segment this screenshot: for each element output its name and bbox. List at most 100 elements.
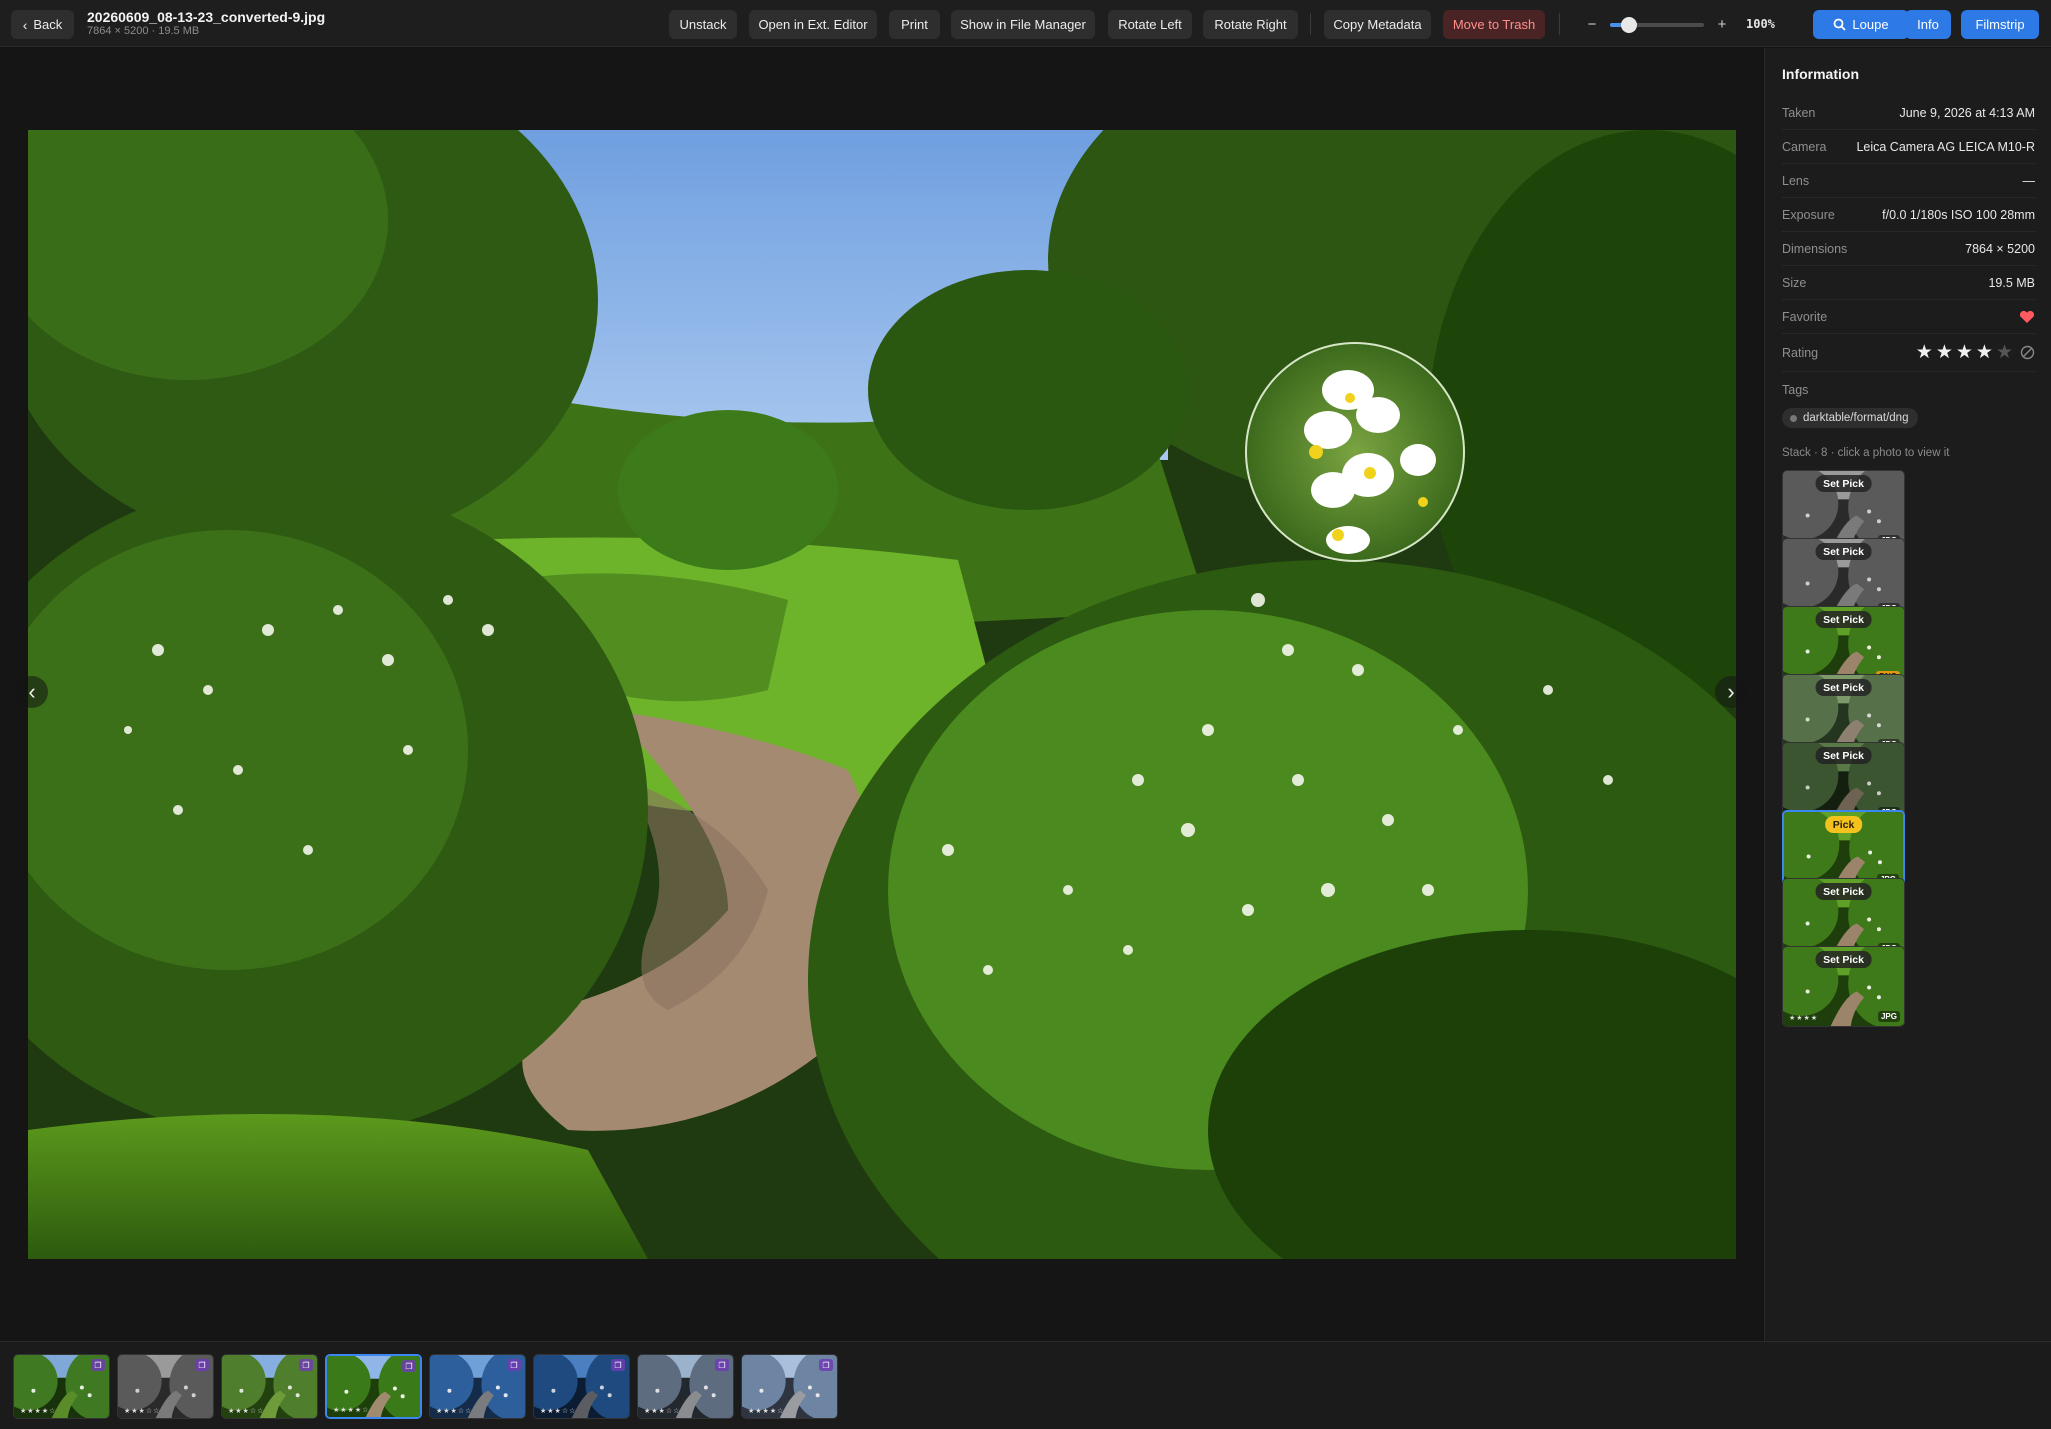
rating-star-icon[interactable]: ★	[1916, 343, 1933, 362]
loupe-label: Loupe	[1852, 17, 1889, 32]
filmstrip-thumbnail[interactable]: ❐ ★★★★☆	[325, 1354, 422, 1419]
file-meta: 7864 × 5200 · 19.5 MB	[87, 25, 200, 37]
info-row-size: Size 19.5 MB	[1782, 266, 2035, 300]
info-label: Size	[1782, 275, 1807, 290]
info-row-favorite: Favorite	[1782, 300, 2035, 334]
stack-indicator-icon: ❐	[819, 1359, 833, 1371]
rotate-left-button[interactable]: Rotate Left	[1108, 10, 1192, 39]
info-button[interactable]: Info	[1905, 10, 1951, 39]
thumbnail-rating-stars: ★★★☆☆	[124, 1408, 161, 1415]
info-value: 19.5 MB	[1988, 275, 2035, 290]
info-value: 7864 × 5200	[1965, 241, 2035, 256]
info-value: Leica Camera AG LEICA M10-R	[1856, 139, 2035, 154]
next-photo-button[interactable]: ›	[1715, 676, 1747, 708]
format-badge: JPG	[1877, 1011, 1900, 1022]
open-ext-editor-button[interactable]: Open in Ext. Editor	[749, 10, 877, 39]
set-pick-button[interactable]: Set Pick	[1815, 611, 1872, 628]
filmstrip-thumbnail[interactable]: ❐ ★★★☆☆	[221, 1354, 318, 1419]
info-value: —	[2022, 173, 2036, 188]
file-name: 20260609_08-13-23_converted-9.jpg	[87, 9, 326, 25]
filmstrip-thumbnail[interactable]: ❐ ★★★★☆	[13, 1354, 110, 1419]
info-label: Dimensions	[1782, 241, 1848, 256]
info-label: Taken	[1782, 105, 1816, 120]
filmstrip-thumbnail[interactable]: ❐ ★★★☆☆	[637, 1354, 734, 1419]
info-label: Lens	[1782, 173, 1810, 188]
heart-icon[interactable]	[2019, 310, 2035, 324]
stack-indicator-icon: ❐	[402, 1360, 416, 1372]
filmstrip-thumbnail[interactable]: ❐ ★★★★☆	[741, 1354, 838, 1419]
set-pick-button[interactable]: Set Pick	[1815, 747, 1872, 764]
back-label: Back	[33, 17, 63, 32]
loupe-magnifier	[1245, 342, 1465, 562]
zoom-slider[interactable]	[1610, 17, 1704, 33]
thumbnail-rating-stars: ★★★☆☆	[540, 1408, 577, 1415]
thumbnail-rating-stars: ★★★☆☆	[436, 1408, 473, 1415]
set-pick-button[interactable]: Set Pick	[1815, 679, 1872, 696]
thumbnail-rating-stars: ★★★★☆	[748, 1408, 785, 1415]
pick-badge[interactable]: Pick	[1824, 816, 1863, 833]
stack-indicator-icon: ❐	[507, 1359, 521, 1371]
rating-star-icon[interactable]: ★	[1936, 343, 1953, 362]
chevron-left-icon: ‹	[28, 679, 36, 704]
thumbnail-rating-stars: ★★★★☆	[333, 1407, 370, 1414]
zoom-slider-thumb[interactable]	[1620, 17, 1637, 33]
info-row-lens: Lens —	[1782, 164, 2035, 198]
thumbnail-rating-stars: ★★★☆☆	[644, 1408, 681, 1415]
filmstrip-thumbnail[interactable]: ❐ ★★★☆☆	[429, 1354, 526, 1419]
stack-thumbnail[interactable]: Set Pick JPG ★★★★	[1782, 946, 1905, 1027]
filmstrip-thumbnail[interactable]: ❐ ★★★☆☆	[117, 1354, 214, 1419]
garden-path-photo	[28, 130, 1736, 1259]
stack-indicator-icon: ❐	[611, 1359, 625, 1371]
tag-chip[interactable]: darktable/format/dng	[1782, 408, 1919, 428]
print-button[interactable]: Print	[889, 10, 940, 39]
search-icon	[1834, 18, 1847, 31]
tag-label: darktable/format/dng	[1803, 412, 1909, 424]
clear-rating-icon[interactable]	[2020, 345, 2035, 360]
rating-star-icon[interactable]: ★	[1996, 343, 2013, 362]
info-row-dimensions: Dimensions 7864 × 5200	[1782, 232, 2035, 266]
bottom-filmstrip: ❐ ★★★★☆ ❐ ★★★☆☆ ❐ ★★★☆☆ ❐ ★★★★☆ ❐ ★★★☆☆ ❐ ★★★☆☆ ❐ ★★★…	[0, 1341, 2051, 1429]
rating-stars[interactable]: ★ ★ ★ ★ ★	[1916, 343, 2035, 362]
rating-star-icon[interactable]: ★	[1976, 343, 1993, 362]
zoom-level: 100%	[1746, 17, 1775, 31]
rating-star-icon[interactable]: ★	[1956, 343, 1973, 362]
toolbar-divider	[1559, 13, 1560, 35]
rotate-right-button[interactable]: Rotate Right	[1203, 10, 1298, 39]
info-label: Exposure	[1782, 207, 1835, 222]
zoom-out-button[interactable]: −	[1582, 10, 1602, 39]
photo-viewer: ‹ ›	[0, 48, 1763, 1341]
info-label: Camera	[1782, 139, 1827, 154]
copy-metadata-button[interactable]: Copy Metadata	[1324, 10, 1431, 39]
chevron-right-icon: ›	[1727, 679, 1735, 704]
set-pick-button[interactable]: Set Pick	[1815, 475, 1872, 492]
stack-indicator-icon: ❐	[195, 1359, 209, 1371]
thumbnail-rating-stars: ★★★★	[1789, 1015, 1819, 1022]
set-pick-button[interactable]: Set Pick	[1815, 543, 1872, 560]
previous-photo-button[interactable]: ‹	[16, 676, 48, 708]
zoom-in-button[interactable]: +	[1712, 10, 1732, 39]
main-photo[interactable]	[28, 130, 1736, 1259]
info-row-exposure: Exposure f/0.0 1/180s ISO 100 28mm	[1782, 198, 2035, 232]
top-toolbar: ‹ Back 20260609_08-13-23_converted-9.jpg…	[0, 0, 2051, 47]
tags-label: Tags	[1782, 383, 1809, 397]
info-row-rating: Rating ★ ★ ★ ★ ★	[1782, 334, 2035, 372]
show-in-file-manager-button[interactable]: Show in File Manager	[951, 10, 1095, 39]
filmstrip-button[interactable]: Filmstrip	[1961, 10, 2039, 39]
filmstrip-thumbnail[interactable]: ❐ ★★★☆☆	[533, 1354, 630, 1419]
back-button[interactable]: ‹ Back	[11, 10, 74, 39]
stack-label: Stack · 8 · click a photo to view it	[1782, 447, 1950, 459]
thumbnail-rating-stars: ★★★★☆	[20, 1408, 57, 1415]
unstack-button[interactable]: Unstack	[669, 10, 737, 39]
set-pick-button[interactable]: Set Pick	[1815, 883, 1872, 900]
set-pick-button[interactable]: Set Pick	[1815, 951, 1872, 968]
info-row-camera: Camera Leica Camera AG LEICA M10-R	[1782, 130, 2035, 164]
thumbnail-rating-stars: ★★★☆☆	[228, 1408, 265, 1415]
stack-indicator-icon: ❐	[715, 1359, 729, 1371]
chevron-left-icon: ‹	[22, 16, 28, 33]
info-value: f/0.0 1/180s ISO 100 28mm	[1882, 207, 2035, 222]
info-label: Favorite	[1782, 309, 1828, 324]
toolbar-divider	[1310, 13, 1311, 35]
info-row-taken: Taken June 9, 2026 at 4:13 AM	[1782, 96, 2035, 130]
move-to-trash-button[interactable]: Move to Trash	[1443, 10, 1545, 39]
loupe-button[interactable]: Loupe	[1813, 10, 1909, 39]
